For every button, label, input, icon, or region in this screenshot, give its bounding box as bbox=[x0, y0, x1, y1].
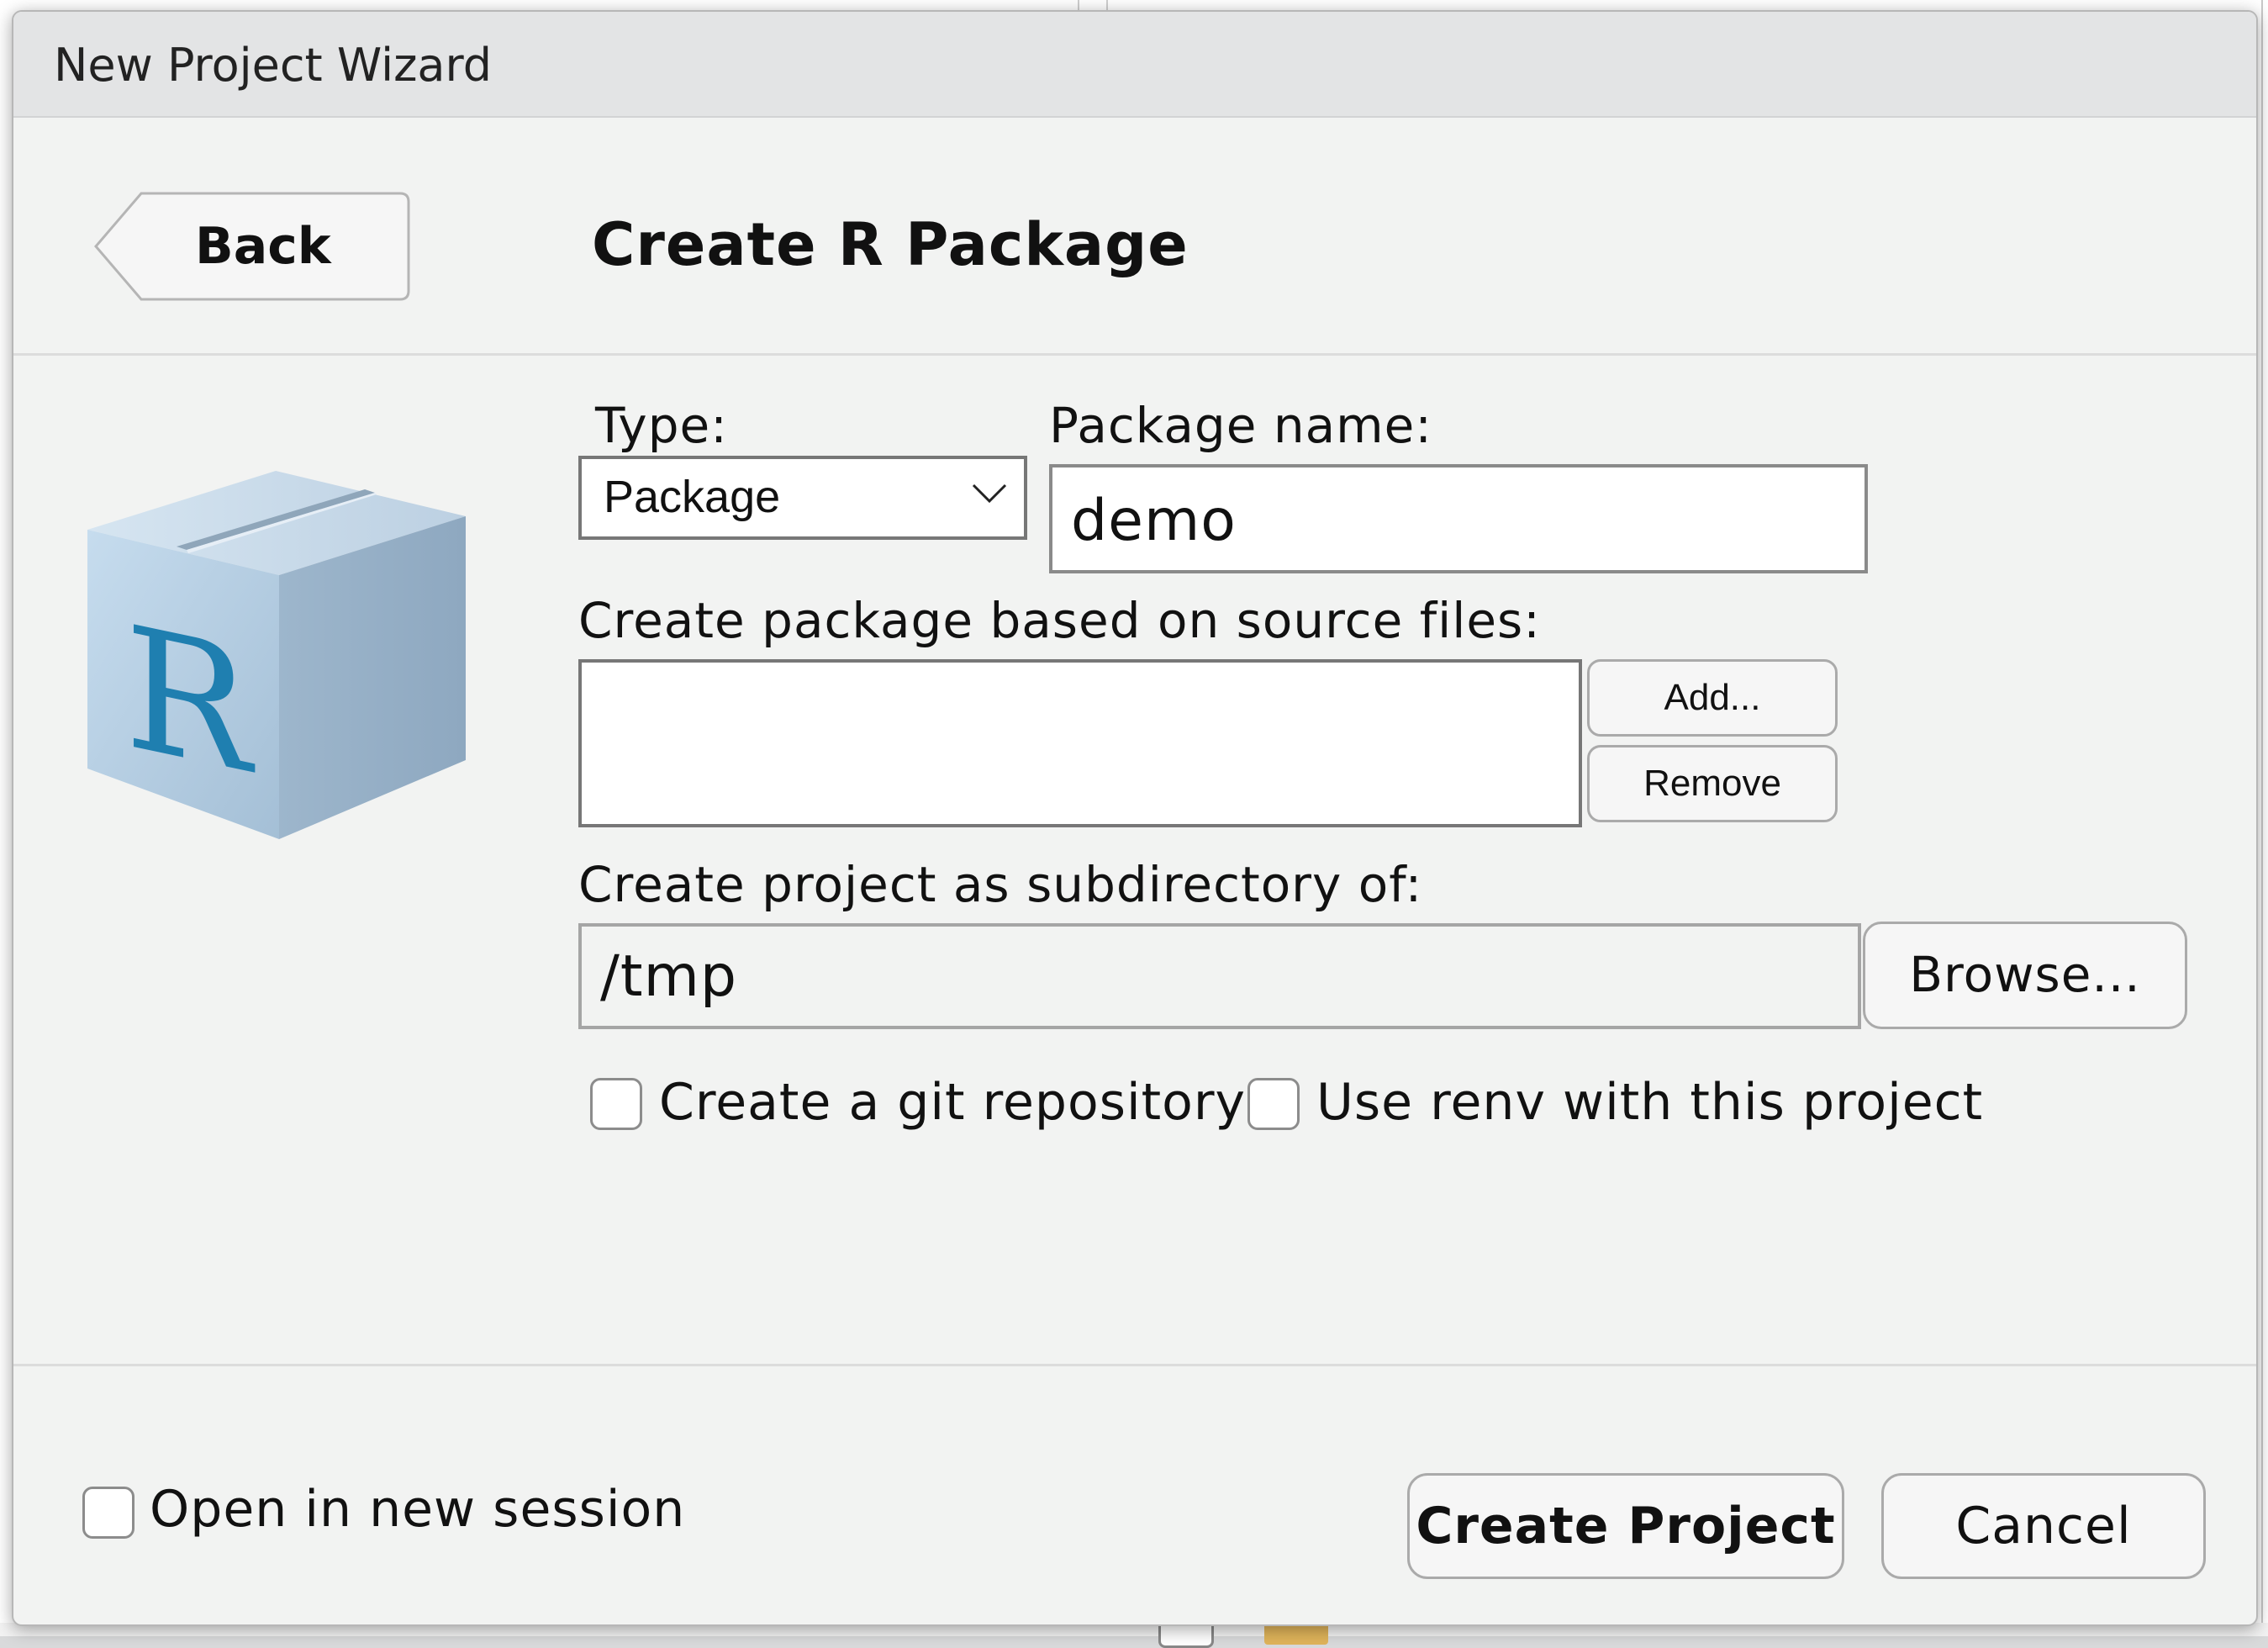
type-select[interactable]: Package bbox=[578, 456, 1027, 540]
chevron-down-icon bbox=[972, 483, 1007, 504]
git-checkbox-label[interactable]: Create a git repository bbox=[659, 1073, 1246, 1132]
browse-button[interactable]: Browse... bbox=[1863, 922, 2187, 1029]
source-files-label: Create package based on source files: bbox=[578, 592, 1541, 649]
create-project-button[interactable]: Create Project bbox=[1407, 1473, 1844, 1579]
wizard-header: Back Create R Package bbox=[13, 118, 2256, 353]
add-files-button[interactable]: Add... bbox=[1587, 659, 1838, 737]
new-session-label[interactable]: Open in new session bbox=[150, 1480, 685, 1539]
git-checkbox[interactable] bbox=[590, 1078, 642, 1130]
page-title: Create R Package bbox=[592, 210, 1189, 279]
cancel-button[interactable]: Cancel bbox=[1881, 1473, 2206, 1579]
renv-checkbox-label[interactable]: Use renv with this project bbox=[1316, 1073, 1983, 1132]
background-right-panel bbox=[2261, 0, 2268, 1636]
package-name-value: demo bbox=[1071, 488, 1237, 554]
new-session-checkbox[interactable] bbox=[82, 1487, 134, 1539]
svg-text:R: R bbox=[124, 589, 256, 813]
remove-files-button[interactable]: Remove bbox=[1587, 745, 1838, 822]
back-button[interactable]: Back bbox=[94, 192, 410, 301]
subdirectory-label: Create project as subdirectory of: bbox=[578, 856, 1423, 913]
dialog-title: New Project Wizard bbox=[54, 39, 493, 92]
type-label: Type: bbox=[595, 397, 728, 454]
header-divider bbox=[13, 353, 2256, 356]
back-button-label: Back bbox=[195, 217, 331, 276]
r-package-box-icon: R bbox=[87, 471, 466, 839]
source-files-list[interactable] bbox=[578, 659, 1582, 827]
package-name-label: Package name: bbox=[1049, 397, 1432, 454]
subdirectory-value: /tmp bbox=[600, 943, 737, 1010]
subdirectory-input[interactable]: /tmp bbox=[578, 923, 1861, 1029]
footer-divider bbox=[13, 1364, 2256, 1366]
renv-checkbox[interactable] bbox=[1247, 1078, 1300, 1130]
type-select-value: Package bbox=[604, 472, 781, 522]
new-project-dialog: New Project Wizard Back Create R Package bbox=[12, 10, 2258, 1626]
dialog-titlebar: New Project Wizard bbox=[13, 12, 2256, 118]
package-name-input[interactable]: demo bbox=[1049, 464, 1868, 573]
